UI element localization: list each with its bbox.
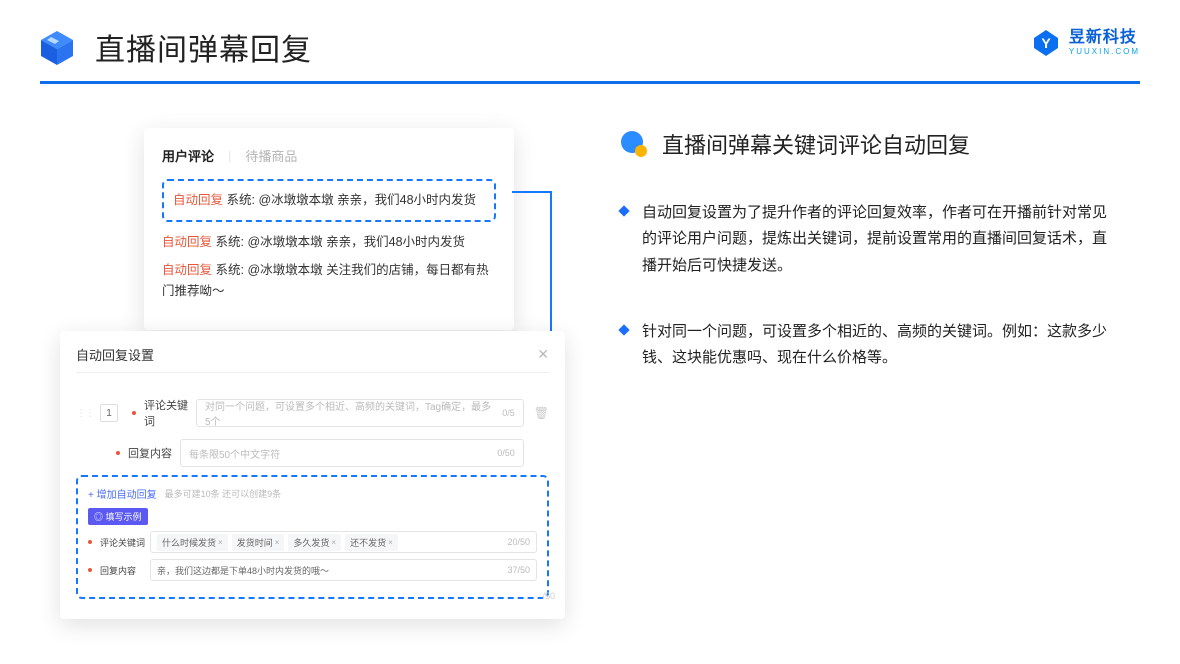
required-dot-icon	[88, 568, 92, 572]
diamond-bullet-icon	[618, 324, 629, 335]
screenshot-stack: 用户评论 | 待播商品 自动回复 系统: @冰墩墩本墩 亲亲，我们48小时内发货…	[60, 120, 570, 411]
reply-row-2: 自动回复 系统: @冰墩墩本墩 亲亲，我们48小时内发货	[162, 232, 496, 253]
settings-title: 自动回复设置	[76, 345, 154, 364]
slide-header: 直播间弹幕回复 Y 昱新科技 YUUXIN.COM	[0, 0, 1180, 81]
content-counter: 0/50	[497, 448, 515, 458]
explanation-panel: 直播间弹幕关键词评论自动回复 自动回复设置为了提升作者的评论回复效率，作者可在开…	[570, 120, 1140, 411]
section-title: 直播间弹幕关键词评论自动回复	[662, 128, 970, 160]
bullet-2: 针对同一个问题，可设置多个相近的、高频的关键词。例如：这款多少钱、这块能优惠吗、…	[620, 319, 1140, 372]
keyword-chips: 什么时候发货× 发货时间× 多久发货× 还不发货×	[157, 534, 501, 551]
reply-text-1: @冰墩墩本墩 亲亲，我们48小时内发货	[258, 193, 476, 207]
rule-content-row: 回复内容 每条限50个中文字符 0/50 🗑	[116, 439, 549, 467]
chip[interactable]: 什么时候发货×	[157, 534, 228, 551]
rule-keyword-row: ⋮⋮ 1 评论关键词 对同一个问题，可设置多个相近、高频的关键词，Tag确定，最…	[76, 397, 549, 429]
diamond-bullet-icon	[618, 205, 629, 216]
ghost-counter: /50	[542, 591, 555, 601]
required-dot-icon	[88, 540, 92, 544]
reply-row-3: 自动回复 系统: @冰墩墩本墩 关注我们的店铺，每日都有热门推荐呦～	[162, 260, 496, 303]
logo-text-cn: 昱新科技	[1069, 30, 1140, 46]
logo-badge-icon: Y	[1031, 28, 1061, 58]
rule-limit-text: 最多可建10条 还可以创建9条	[165, 487, 282, 500]
example-content-input[interactable]: 亲，我们这边都是下单48小时内发货的哦～ 37/50	[150, 559, 537, 581]
tab-separator: |	[228, 148, 231, 163]
drag-handle-icon[interactable]: ⋮⋮	[76, 408, 94, 419]
keyword-input[interactable]: 对同一个问题，可设置多个相近、高频的关键词，Tag确定，最多5个 0/5	[196, 399, 524, 427]
example-badge: ◎ 填写示例	[88, 508, 148, 525]
comments-card: 用户评论 | 待播商品 自动回复 系统: @冰墩墩本墩 亲亲，我们48小时内发货…	[144, 128, 514, 330]
keyword-counter: 0/5	[502, 408, 515, 418]
example-content-row: 回复内容 亲，我们这边都是下单48小时内发货的哦～ 37/50	[88, 559, 537, 581]
chip[interactable]: 还不发货×	[345, 534, 398, 551]
chat-bubble-icon	[620, 130, 648, 158]
tab-comments[interactable]: 用户评论	[162, 146, 214, 165]
svg-text:Y: Y	[1041, 35, 1051, 51]
example-keyword-input[interactable]: 什么时候发货× 发货时间× 多久发货× 还不发货× 20/50	[150, 531, 537, 553]
logo-text-en: YUUXIN.COM	[1069, 48, 1140, 56]
auto-reply-tag: 自动回复	[173, 193, 223, 207]
required-dot-icon	[132, 411, 136, 415]
system-label: 系统:	[227, 193, 255, 207]
highlighted-reply: 自动回复 系统: @冰墩墩本墩 亲亲，我们48小时内发货	[162, 179, 496, 222]
example-block: + 增加自动回复 最多可建10条 还可以创建9条 ◎ 填写示例 评论关键词 什么…	[76, 475, 549, 599]
close-icon[interactable]: ✕	[537, 346, 549, 363]
delete-icon[interactable]: 🗑	[534, 406, 549, 420]
keyword-label: 评论关键词	[144, 397, 196, 429]
tab-products[interactable]: 待播商品	[245, 146, 297, 165]
tab-bar: 用户评论 | 待播商品	[162, 146, 496, 165]
example-keyword-row: 评论关键词 什么时候发货× 发货时间× 多久发货× 还不发货× 20/50	[88, 531, 537, 553]
cube-icon	[37, 27, 77, 67]
add-rule-link[interactable]: + 增加自动回复	[88, 486, 157, 501]
rule-index: 1	[100, 404, 118, 422]
chip[interactable]: 多久发货×	[288, 534, 341, 551]
page-title: 直播间弹幕回复	[95, 25, 312, 69]
required-dot-icon	[116, 451, 120, 455]
content-input[interactable]: 每条限50个中文字符 0/50	[180, 439, 524, 467]
connector-line	[512, 191, 550, 193]
chip[interactable]: 发货时间×	[232, 534, 285, 551]
settings-card: 自动回复设置 ✕ ⋮⋮ 1 评论关键词 对同一个问题，可设置多个相近、高频的关键…	[60, 331, 565, 619]
brand-logo: Y 昱新科技 YUUXIN.COM	[1031, 28, 1140, 58]
reply-text-2: @冰墩墩本墩 亲亲，我们48小时内发货	[247, 235, 465, 249]
content-label: 回复内容	[128, 445, 180, 461]
bullet-1: 自动回复设置为了提升作者的评论回复效率，作者可在开播前针对常见的评论用户问题，提…	[620, 200, 1140, 279]
